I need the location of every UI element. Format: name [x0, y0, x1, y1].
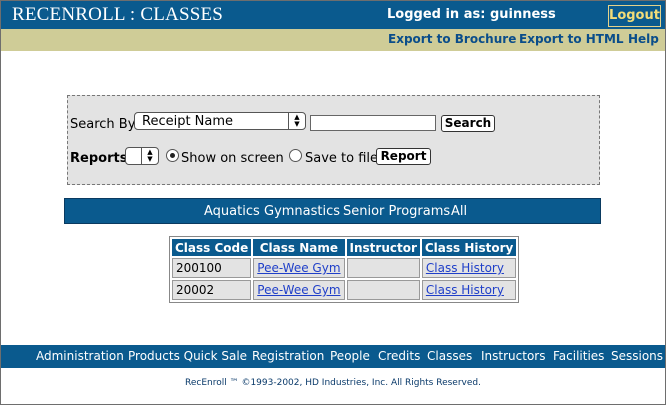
cell-class-code: 200100	[172, 258, 252, 278]
copyright-notice: RecEnroll ™ ©1993-2002, HD Industries, I…	[185, 378, 481, 388]
nav-products-quick-sale[interactable]: Products Quick Sale	[128, 349, 247, 363]
cell-instructor	[346, 280, 420, 300]
table-row: 20002 Pee-Wee Gym Class History	[172, 280, 517, 300]
cell-class-name: Pee-Wee Gym	[253, 258, 345, 278]
search-input[interactable]	[310, 115, 436, 131]
search-panel	[67, 95, 600, 185]
cell-class-name: Pee-Wee Gym	[253, 280, 345, 300]
help-link[interactable]: Help	[628, 32, 659, 46]
search-by-select[interactable]: Receipt Name ▲ ▼	[134, 112, 306, 130]
cell-class-history: Class History	[421, 280, 517, 300]
classes-table: Class Code Class Name Instructor Class H…	[169, 236, 520, 303]
export-brochure-link[interactable]: Export to Brochure	[388, 32, 516, 46]
cell-class-code: 20002	[172, 280, 252, 300]
nav-sessions[interactable]: Sessions	[611, 349, 663, 363]
logged-in-status: Logged in as: guinness	[387, 7, 556, 22]
reports-label: Reports	[70, 151, 128, 166]
search-by-label: Search By	[70, 117, 136, 132]
show-on-screen-label: Show on screen	[181, 151, 284, 166]
category-bar: Aquatics Gymnastics Senior Programs All	[64, 198, 601, 224]
cell-instructor	[346, 258, 420, 278]
category-all[interactable]: All	[451, 204, 467, 219]
save-to-file-label: Save to file	[305, 151, 379, 166]
col-instructor: Instructor	[346, 239, 420, 256]
nav-administration[interactable]: Administration	[36, 349, 124, 363]
header-bar: RECENROLL : CLASSES Logged in as: guinne…	[1, 1, 665, 29]
nav-credits[interactable]: Credits	[378, 349, 420, 363]
class-name-link[interactable]: Pee-Wee Gym	[257, 283, 340, 297]
search-button[interactable]: Search	[441, 115, 495, 132]
nav-facilities[interactable]: Facilities	[553, 349, 604, 363]
cell-class-history: Class History	[421, 258, 517, 278]
table-row: 200100 Pee-Wee Gym Class History	[172, 258, 517, 278]
report-button[interactable]: Report	[376, 148, 431, 165]
col-class-name: Class Name	[253, 239, 345, 256]
col-class-code: Class Code	[172, 239, 252, 256]
show-on-screen-radio[interactable]	[166, 149, 179, 162]
search-by-selected: Receipt Name	[142, 114, 234, 129]
category-aquatics[interactable]: Aquatics	[204, 204, 260, 219]
col-class-history: Class History	[421, 239, 517, 256]
nav-registration[interactable]: Registration	[252, 349, 324, 363]
class-name-link[interactable]: Pee-Wee Gym	[257, 261, 340, 275]
reports-select[interactable]: ▲ ▼	[125, 147, 159, 165]
category-gymnastics[interactable]: Gymnastics	[264, 204, 340, 219]
export-html-link[interactable]: Export to HTML	[519, 32, 624, 46]
save-to-file-radio[interactable]	[289, 149, 302, 162]
class-history-link[interactable]: Class History	[426, 283, 504, 297]
select-arrows-icon: ▲ ▼	[141, 148, 158, 165]
footer-nav: Administration Products Quick Sale Regis…	[1, 345, 665, 368]
nav-instructors[interactable]: Instructors	[481, 349, 545, 363]
logout-button[interactable]: Logout	[608, 5, 661, 27]
select-arrows-icon: ▲ ▼	[288, 113, 305, 130]
nav-classes[interactable]: Classes	[427, 349, 472, 363]
category-senior-programs[interactable]: Senior Programs	[343, 204, 450, 219]
table-header-row: Class Code Class Name Instructor Class H…	[172, 239, 517, 256]
app-title: RECENROLL : CLASSES	[12, 4, 224, 25]
class-history-link[interactable]: Class History	[426, 261, 504, 275]
nav-people[interactable]: People	[330, 349, 370, 363]
toolbar: Export to Brochure Export to HTML Help	[1, 29, 665, 51]
